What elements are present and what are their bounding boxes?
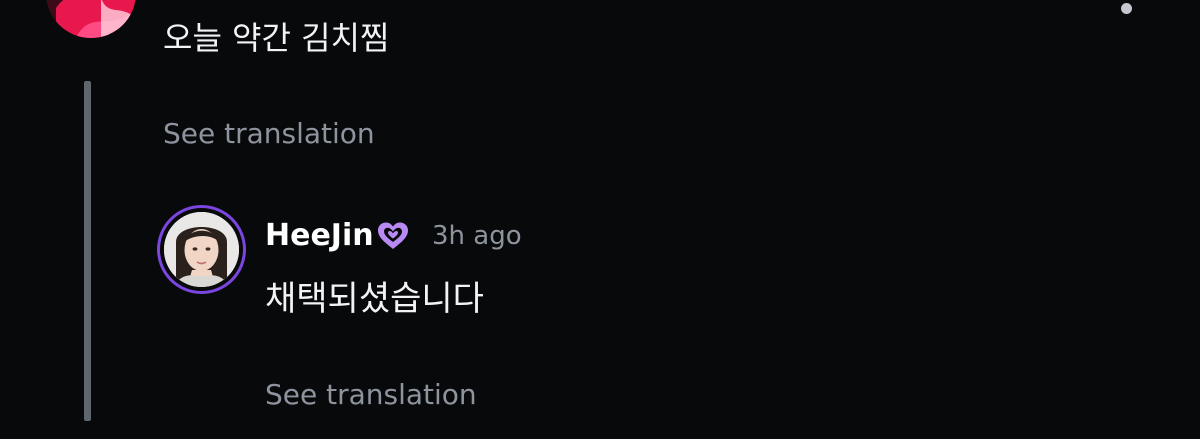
thread-connector-line [84,81,91,421]
reply-author-name[interactable]: HeeJin [265,216,374,256]
parent-comment-text: 오늘 약간 김치찜 [163,19,390,57]
more-vertical-icon[interactable] [1121,3,1132,14]
artist-heart-badge-icon [376,221,410,251]
parent-author-avatar[interactable] [46,0,136,38]
reply-timestamp: 3h ago [432,221,522,251]
reply-see-translation-link[interactable]: See translation [265,377,477,413]
comment-thread: 오늘 약간 김치찜 See translation HeeJin 3h ago … [0,0,1200,439]
reply-comment-text: 채택되셨습니다 [265,279,484,319]
reply-author-avatar[interactable] [157,205,246,294]
parent-see-translation-link[interactable]: See translation [163,116,375,152]
